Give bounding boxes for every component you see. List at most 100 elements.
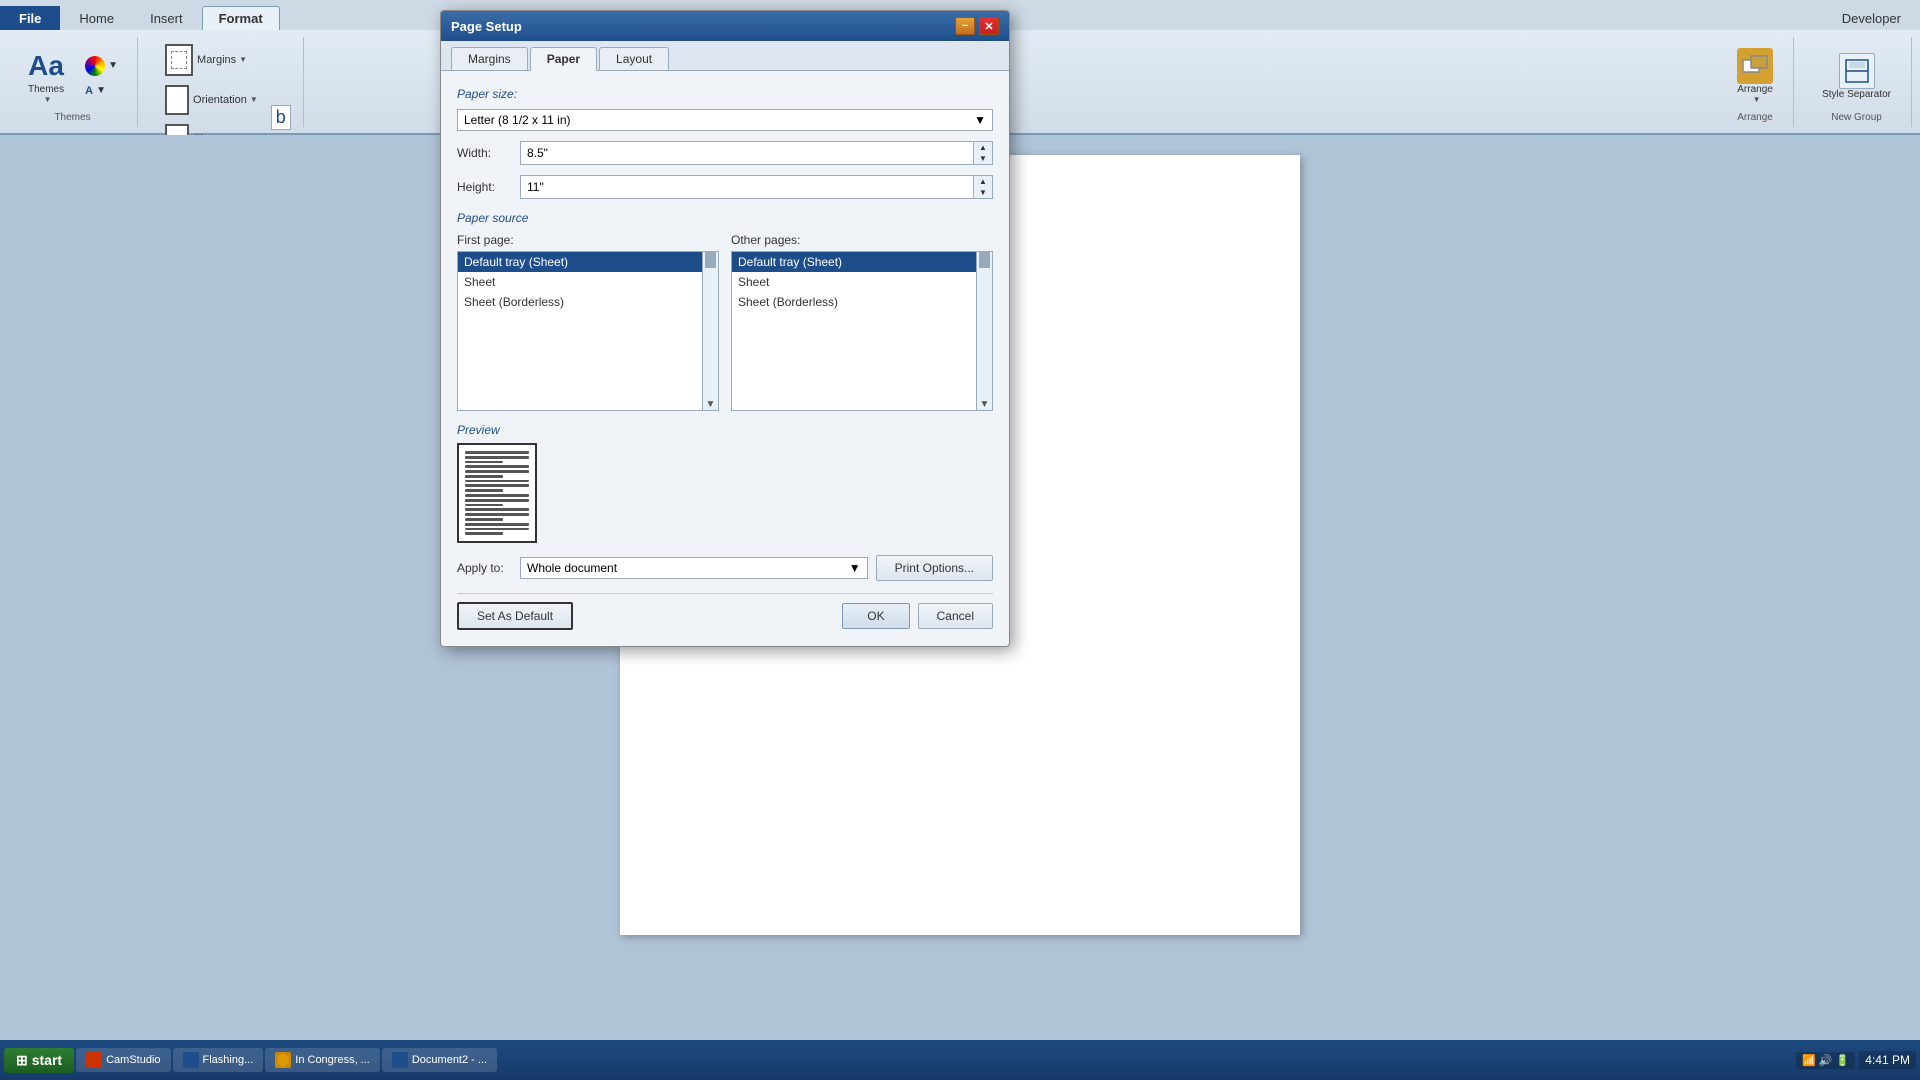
set-as-default-button[interactable]: Set As Default (457, 602, 573, 630)
width-spin-up[interactable]: ▲ (974, 142, 992, 153)
preview-page (457, 443, 537, 543)
preview-line-2 (465, 456, 529, 459)
first-page-item-1[interactable]: Sheet (458, 272, 718, 292)
tab-format[interactable]: Format (202, 6, 280, 30)
other-pages-listbox[interactable]: Default tray (Sheet) Sheet Sheet (Border… (731, 251, 993, 411)
orientation-icon (165, 85, 189, 115)
orientation-button[interactable]: Orientation ▼ (158, 82, 265, 118)
paper-size-value: Letter (8 1/2 x 11 in) (464, 113, 571, 127)
width-spinner: ▲ ▼ (973, 141, 993, 165)
preview-line-14 (465, 513, 529, 516)
ribbon-group-page-setup: Margins ▼ Orientation ▼ Size ▼ (146, 37, 304, 127)
preview-section: Preview (457, 423, 993, 543)
dialog-footer: Set As Default OK Cancel (457, 593, 993, 630)
congress-icon (275, 1052, 291, 1068)
taskbar-item-congress[interactable]: In Congress, ... (265, 1048, 380, 1072)
taskbar: ⊞ start CamStudio Flashing... In Congres… (0, 1040, 1920, 1080)
page-setup-expand[interactable]: b (271, 105, 291, 130)
width-spin-down[interactable]: ▼ (974, 153, 992, 164)
fonts-label: ▼ (96, 85, 106, 96)
preview-line-6 (465, 475, 503, 478)
tab-file[interactable]: File (0, 6, 60, 30)
paper-source-section: Paper source First page: Default tray (S… (457, 211, 993, 411)
apply-row: Apply to: Whole document ▼ Print Options… (457, 555, 993, 581)
sys-tray: 📶 🔊 🔋 (1796, 1052, 1855, 1069)
style-separator-button[interactable]: Style Separator (1814, 49, 1899, 104)
height-spinner: ▲ ▼ (973, 175, 993, 199)
other-pages-item-1[interactable]: Sheet (732, 272, 992, 292)
height-spin-down[interactable]: ▼ (974, 187, 992, 198)
apply-select[interactable]: Whole document ▼ (520, 557, 868, 579)
other-pages-item-0[interactable]: Default tray (Sheet) (732, 252, 992, 272)
dialog-tab-layout[interactable]: Layout (599, 47, 669, 70)
fonts-icon: A (85, 85, 93, 97)
taskbar-item-document[interactable]: Document2 - ... (382, 1048, 497, 1072)
arrange-group-label: Arrange (1737, 112, 1773, 123)
flashing-label: Flashing... (203, 1054, 254, 1066)
clock: 4:41 PM (1859, 1051, 1916, 1069)
other-scroll-thumb (979, 252, 990, 268)
ok-button[interactable]: OK (842, 603, 909, 629)
arrange-items: Arrange ▼ (1729, 41, 1781, 112)
other-pages-item-2[interactable]: Sheet (Borderless) (732, 292, 992, 312)
preview-label: Preview (457, 423, 993, 437)
theme-colors-button[interactable]: ▼ (78, 53, 125, 79)
congress-label: In Congress, ... (295, 1054, 370, 1066)
preview-line-15 (465, 518, 503, 521)
apply-arrow: ▼ (849, 561, 861, 575)
preview-line-4 (465, 465, 529, 468)
other-scroll-down[interactable]: ▼ (977, 399, 992, 410)
preview-line-17 (465, 528, 529, 531)
taskbar-item-flashing[interactable]: Flashing... (173, 1048, 264, 1072)
document-label: Document2 - ... (412, 1054, 487, 1066)
orientation-arrow: ▼ (250, 95, 258, 104)
other-pages-label: Other pages: (731, 233, 993, 247)
margins-button[interactable]: Margins ▼ (158, 41, 265, 79)
print-options-button[interactable]: Print Options... (876, 555, 993, 581)
preview-line-11 (465, 499, 529, 502)
paper-size-arrow: ▼ (974, 113, 986, 127)
height-spin-up[interactable]: ▲ (974, 176, 992, 187)
tab-home[interactable]: Home (62, 6, 131, 30)
first-page-scrollbar[interactable]: ▼ (702, 252, 718, 410)
volume-icon: 🔊 (1819, 1054, 1833, 1067)
dialog-tabs: Margins Paper Layout (441, 41, 1009, 71)
first-page-item-0[interactable]: Default tray (Sheet) (458, 252, 718, 272)
themes-items: Aa Themes ▼ ▼ A ▼ (20, 41, 125, 112)
dialog-tab-margins[interactable]: Margins (451, 47, 528, 70)
dialog-title-buttons: − ✕ (955, 17, 999, 35)
arrange-button[interactable]: Arrange ▼ (1729, 44, 1781, 108)
width-label: Width: (457, 146, 512, 160)
first-page-item-2[interactable]: Sheet (Borderless) (458, 292, 718, 312)
first-page-listbox[interactable]: Default tray (Sheet) Sheet Sheet (Border… (457, 251, 719, 411)
ribbon-group-style-separator: Style Separator New Group (1802, 37, 1912, 127)
tab-developer[interactable]: Developer (1825, 6, 1918, 30)
width-input-wrap: ▲ ▼ (520, 141, 993, 165)
paper-size-select[interactable]: Letter (8 1/2 x 11 in) ▼ (457, 109, 993, 131)
page-setup-dialog: Page Setup − ✕ Margins Paper Layout Pape… (440, 10, 1010, 647)
themes-group-label: Themes (54, 112, 90, 123)
tab-insert[interactable]: Insert (133, 6, 200, 30)
flashing-icon (183, 1052, 199, 1068)
width-input[interactable] (520, 141, 973, 165)
margins-label: Margins (197, 54, 236, 66)
orientation-label: Orientation (193, 94, 247, 106)
other-pages-scrollbar[interactable]: ▼ (976, 252, 992, 410)
height-input[interactable] (520, 175, 973, 199)
network-icon: 📶 (1802, 1054, 1816, 1067)
theme-fonts-button[interactable]: A ▼ (78, 82, 125, 100)
style-sep-items: Style Separator (1814, 41, 1899, 112)
cancel-button[interactable]: Cancel (918, 603, 993, 629)
paper-source-groups: First page: Default tray (Sheet) Sheet S… (457, 233, 993, 411)
dialog-close-button[interactable]: ✕ (979, 17, 999, 35)
preview-line-5 (465, 470, 529, 473)
style-separator-icon (1839, 53, 1875, 89)
document-icon (392, 1052, 408, 1068)
dialog-minimize-button[interactable]: − (955, 17, 975, 35)
themes-button[interactable]: Aa Themes ▼ (20, 44, 72, 108)
scroll-down[interactable]: ▼ (703, 399, 718, 410)
taskbar-item-camstudio[interactable]: CamStudio (76, 1048, 170, 1072)
start-button[interactable]: ⊞ start (4, 1048, 74, 1073)
paper-size-row: Letter (8 1/2 x 11 in) ▼ (457, 109, 993, 131)
dialog-tab-paper[interactable]: Paper (530, 47, 597, 71)
